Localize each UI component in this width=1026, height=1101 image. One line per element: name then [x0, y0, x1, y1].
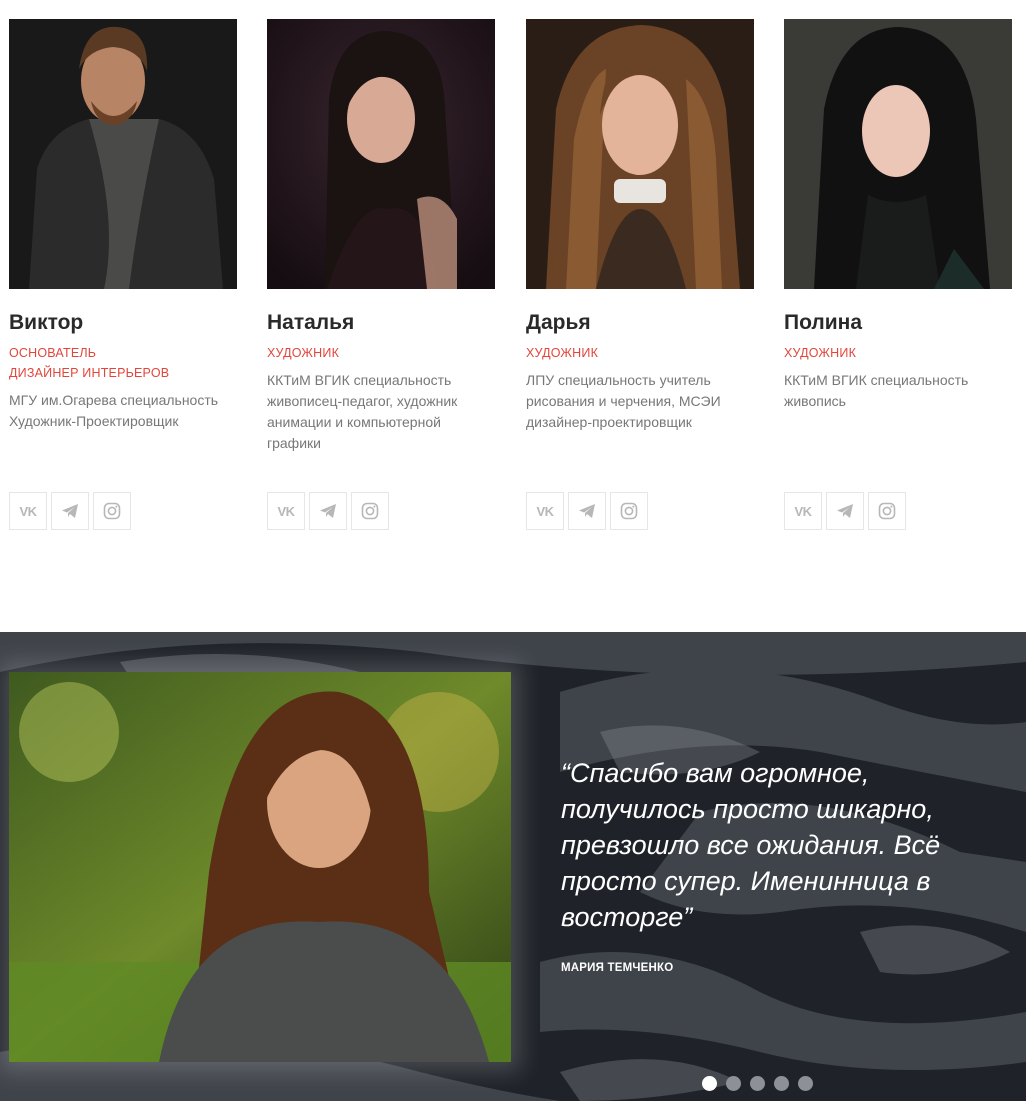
member-bio: ККТиМ ВГИК специальность живопись	[784, 372, 969, 409]
telegram-link[interactable]	[568, 492, 606, 530]
instagram-link[interactable]	[868, 492, 906, 530]
telegram-link[interactable]	[826, 492, 864, 530]
slider-dots	[702, 1076, 813, 1091]
vk-link[interactable]: VK	[784, 492, 822, 530]
instagram-icon	[620, 502, 638, 520]
team-photo	[784, 19, 1012, 289]
telegram-icon	[62, 504, 78, 518]
member-roles: ХУДОЖНИК	[267, 343, 495, 363]
instagram-link[interactable]	[93, 492, 131, 530]
member-roles: ХУДОЖНИК	[784, 343, 1012, 363]
instagram-icon	[103, 502, 121, 520]
testimonial-quote: “Спасибо вам огромное, получилось просто…	[561, 758, 941, 932]
member-name: Полина	[784, 311, 863, 334]
team-section: Виктор ОСНОВАТЕЛЬ ДИЗАЙНЕР ИНТЕРЬЕРОВ МГ…	[0, 0, 1026, 632]
member-name: Наталья	[267, 311, 355, 334]
member-role: ХУДОЖНИК	[526, 346, 599, 360]
telegram-icon	[837, 504, 853, 518]
vk-icon: VK	[536, 503, 554, 519]
vk-icon: VK	[277, 503, 295, 519]
vk-link[interactable]: VK	[9, 492, 47, 530]
telegram-icon	[320, 504, 336, 518]
team-card-polina: Полина ХУДОЖНИК ККТиМ ВГИК специальность…	[784, 19, 1012, 412]
member-bio: ККТиМ ВГИК специальность живописец-педаг…	[267, 372, 458, 451]
member-role: ХУДОЖНИК	[267, 346, 340, 360]
social-links: VK	[784, 492, 906, 530]
member-role: ДИЗАЙНЕР ИНТЕРЬЕРОВ	[9, 366, 170, 380]
vk-icon: VK	[19, 503, 37, 519]
slider-dot-4[interactable]	[774, 1076, 789, 1091]
team-card-natalia: Наталья ХУДОЖНИК ККТиМ ВГИК специальност…	[267, 19, 495, 454]
member-roles: ХУДОЖНИК	[526, 343, 754, 363]
team-card-viktor: Виктор ОСНОВАТЕЛЬ ДИЗАЙНЕР ИНТЕРЬЕРОВ МГ…	[9, 19, 237, 432]
telegram-link[interactable]	[309, 492, 347, 530]
telegram-icon	[579, 504, 595, 518]
testimonial-author: МАРИЯ ТЕМЧЕНКО	[561, 962, 674, 974]
slider-dot-5[interactable]	[798, 1076, 813, 1091]
instagram-icon	[361, 502, 379, 520]
telegram-link[interactable]	[51, 492, 89, 530]
instagram-link[interactable]	[610, 492, 648, 530]
member-bio: ЛПУ специальность учитель рисования и че…	[526, 372, 721, 430]
vk-icon: VK	[794, 503, 812, 519]
testimonial-photo	[9, 672, 511, 1062]
vk-link[interactable]: VK	[267, 492, 305, 530]
member-bio: МГУ им.Огарева специальность Художник-Пр…	[9, 392, 219, 429]
member-roles: ОСНОВАТЕЛЬ ДИЗАЙНЕР ИНТЕРЬЕРОВ	[9, 343, 237, 383]
member-name: Виктор	[9, 311, 84, 334]
member-name: Дарья	[526, 311, 591, 334]
team-photo	[526, 19, 754, 289]
team-photo	[267, 19, 495, 289]
member-role: ХУДОЖНИК	[784, 346, 857, 360]
team-photo	[9, 19, 237, 289]
social-links: VK	[9, 492, 131, 530]
slider-dot-2[interactable]	[726, 1076, 741, 1091]
team-card-daria: Дарья ХУДОЖНИК ЛПУ специальность учитель…	[526, 19, 754, 433]
vk-link[interactable]: VK	[526, 492, 564, 530]
slider-dot-1[interactable]	[702, 1076, 717, 1091]
social-links: VK	[526, 492, 648, 530]
slider-dot-3[interactable]	[750, 1076, 765, 1091]
instagram-link[interactable]	[351, 492, 389, 530]
member-role: ОСНОВАТЕЛЬ	[9, 346, 97, 360]
social-links: VK	[267, 492, 389, 530]
instagram-icon	[878, 502, 896, 520]
